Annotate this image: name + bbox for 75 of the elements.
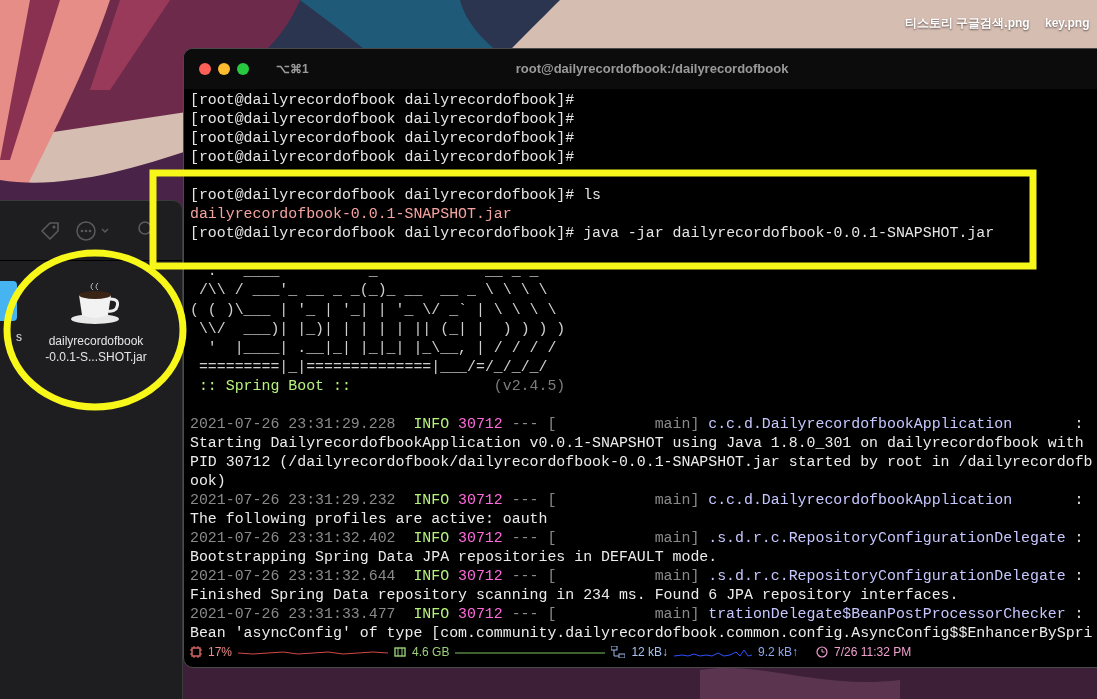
maximize-button[interactable] (237, 63, 249, 75)
logger-name: c.c.d.DailyrecordofbookApplication (708, 491, 1014, 510)
log-separator: --- [ (511, 568, 557, 585)
file-label[interactable]: -0.0.1-S...SHOT.jar (45, 349, 147, 365)
log-separator: --- [ (511, 530, 557, 547)
command-line: [root@dailyrecordofbook dailyrecordofbook]# (190, 111, 575, 128)
clock-icon (816, 646, 829, 658)
log-timestamp: 2021-07-26 23:31:32.402 (190, 530, 396, 547)
log-separator: --- [ (511, 606, 557, 623)
process-id: 30712 (458, 568, 503, 585)
process-id: 30712 (458, 530, 503, 547)
thread-name: main] (653, 491, 700, 510)
output-line: Starting DailyrecordofbookApplication v0.0.1-SNAPSHOT using Java 1.8.0_301 on dailyrecordofbook with (190, 434, 1084, 451)
command-line: [root@dailyrecordofbook dailyrecordofbook]# (190, 149, 575, 166)
log-colon: : (1074, 492, 1084, 508)
log-level: INFO (413, 568, 450, 585)
ascii-art-line: ( ( )\___ | '_ | '_| | '_ \/ _` | \ \ \ \ (190, 301, 557, 318)
log-level: INFO (413, 415, 450, 432)
shortcut-label: ⌥⌘1 (276, 61, 309, 78)
logger-name: c.c.d.DailyrecordofbookApplication (708, 414, 1014, 434)
status-text: 7/26 11:32 PM (834, 644, 912, 661)
logger-name: .s.d.r.c.RepositoryConfigurationDelegate (708, 567, 1066, 587)
log-colon: : (1074, 606, 1084, 623)
logger-name: trationDelegate$BeanPostProcessorChecker (708, 605, 1066, 625)
thread-name: main] (653, 567, 700, 587)
banner-label: :: Spring Boot :: (198, 377, 351, 394)
status-text: 9.2 kB↑ (758, 644, 799, 661)
ascii-art-line: /\\ / ___'_ __ _ _(_)_ __ __ _ \ \ \ \ (197, 282, 548, 299)
status-text: 17% (208, 644, 233, 661)
ascii-art-line: =========|_|==============|___/=/_/_/_/ (197, 358, 548, 375)
log-timestamp: 2021-07-26 23:31:33.477 (190, 606, 396, 623)
log-colon: : (1074, 568, 1084, 585)
log-separator: --- [ (511, 415, 557, 432)
thread-name: main] (653, 605, 700, 625)
logger-name: .s.d.r.c.RepositoryConfigurationDelegate (708, 529, 1066, 549)
process-id: 30712 (458, 492, 503, 508)
minimize-button[interactable] (218, 63, 230, 75)
ascii-art-line: \\/ ___)| |_)| | | | | || (_| | ) ) ) ) (197, 320, 566, 337)
thread-name: main] (653, 529, 700, 549)
memory-icon (394, 646, 407, 658)
output-line: Finished Spring Data repository scanning in 234 ms. Found 6 JPA repository interfaces. (190, 587, 959, 604)
log-level: INFO (413, 606, 450, 623)
log-level: INFO (413, 530, 450, 547)
version-label: (v2.4.5) (493, 377, 566, 394)
log-colon: : (1074, 415, 1084, 432)
close-button[interactable] (199, 63, 211, 75)
status-text: 4.6 GB (412, 644, 450, 661)
file-label[interactable]: s (16, 329, 22, 345)
log-timestamp: 2021-07-26 23:31:29.232 (190, 492, 396, 508)
tag-icon (39, 219, 61, 242)
output-line: The following profiles are active: oauth (190, 511, 548, 528)
log-timestamp: 2021-07-26 23:31:32.644 (190, 568, 396, 585)
log-colon: : (1074, 530, 1084, 547)
output-line: Bean 'asyncConfig' of type [com.community.dailyrecordofbook.common.config.AsyncConfig$$EnhancerBySpri (190, 625, 1093, 641)
log-separator: --- [ (511, 492, 557, 508)
status-text: 12 kB↓ (631, 644, 669, 661)
cpu-icon (190, 646, 202, 658)
output-line: PID 30712 (/dailyrecordofbook/dailyrecordofbook-0.0.1-SNAPSHOT.jar started by root in /dailyrecordofb (190, 453, 1093, 470)
output-line: dailyrecordofbook-0.0.1-SNAPSHOT.jar (190, 206, 512, 223)
process-id: 30712 (458, 415, 503, 432)
command-line: [root@dailyrecordofbook dailyrecordofbook]# (190, 130, 575, 147)
output-line: ook) (190, 472, 226, 489)
ascii-art-line: ' |____| .__|_| |_|_| |_\__, | / / / / (206, 339, 557, 356)
network-icon (611, 646, 626, 658)
log-timestamp: 2021-07-26 23:31:29.228 (190, 415, 396, 432)
thread-name: main] (653, 414, 700, 434)
process-id: 30712 (458, 606, 503, 623)
command-line: [root@dailyrecordofbook dailyrecordofbook]# java -jar dailyrecordofbook-0.0.1-SNAPSHOT.jar (190, 225, 995, 242)
command-line: [root@dailyrecordofbook dailyrecordofbook]# ls (190, 187, 602, 204)
output-line: Bootstrapping Spring Data JPA repositories in DEFAULT mode. (190, 549, 718, 566)
window-title: root@dailyrecordofbook:/dailyrecordofbook (515, 60, 789, 79)
command-line: [root@dailyrecordofbook dailyrecordofbook]# (190, 92, 575, 108)
ascii-art-line: . ____ _ __ _ _ (206, 263, 539, 280)
log-level: INFO (413, 492, 450, 508)
file-label[interactable]: dailyrecordofbook (45, 333, 147, 349)
